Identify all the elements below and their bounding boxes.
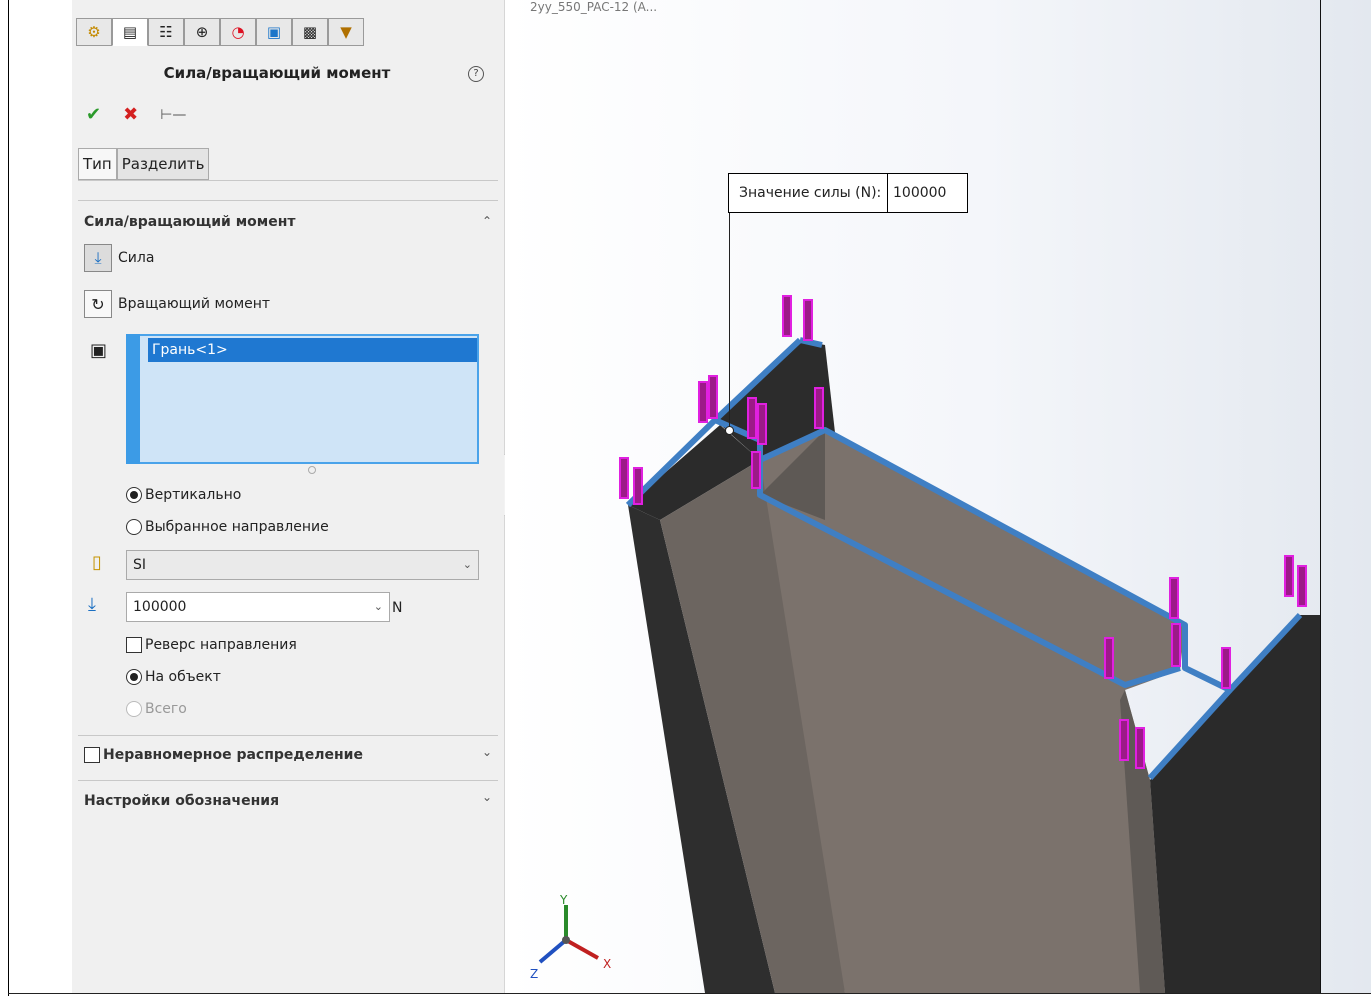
- manager-tabs: ⚙ ▤ ☷ ⊕ ◔ ▣ ▩ ▼: [76, 18, 364, 46]
- nonuniform-section[interactable]: Неравномерное распределение: [84, 747, 363, 763]
- force-arrow-icon: ⤓: [88, 594, 96, 615]
- feature-tree-icon: ⚙: [87, 23, 101, 41]
- panel-title: Сила/вращающий момент: [163, 64, 391, 82]
- pin-button[interactable]: ⊢—: [160, 107, 186, 125]
- divider: [78, 780, 498, 781]
- reverse-label: Реверс направления: [145, 637, 297, 653]
- window-border: [8, 993, 1371, 994]
- resize-grip[interactable]: [308, 466, 316, 474]
- nonuniform-checkbox[interactable]: [84, 747, 100, 763]
- triad-y-label: Y: [559, 893, 568, 907]
- per-item-label: На объект: [145, 669, 221, 685]
- reverse-checkbox[interactable]: [126, 637, 142, 653]
- face-icon: ▣: [90, 340, 108, 361]
- property-manager-panel: ⚙ ▤ ☷ ⊕ ◔ ▣ ▩ ▼ Сила/вращающий момент ? …: [72, 0, 505, 993]
- divider: [78, 735, 498, 736]
- total-label: Всего: [145, 701, 187, 717]
- force-section-title: Сила/вращающий момент: [84, 214, 296, 230]
- simulation-icon: ▣: [266, 23, 282, 41]
- force-option[interactable]: ⤓ Сила: [84, 244, 154, 272]
- sub-tabs: Тип Разделить: [78, 148, 210, 180]
- expand-chevron-icon[interactable]: ⌄: [482, 745, 492, 759]
- direction-label: Выбранное направление: [145, 519, 329, 535]
- reverse-option[interactable]: Реверс направления: [126, 637, 297, 653]
- callout-anchor-dot: [725, 426, 734, 435]
- feature-manager-tab[interactable]: ⚙: [76, 18, 112, 46]
- triad-x-label: X: [603, 957, 611, 971]
- property-manager-tab[interactable]: ▤: [112, 18, 148, 46]
- force-arrow-icon[interactable]: ⤓: [84, 244, 112, 272]
- action-buttons: ✔ ✖ ⊢—: [86, 104, 186, 125]
- ruler-icon: ▯: [92, 552, 102, 573]
- crosshair-icon: ⊕: [195, 23, 209, 41]
- configuration-icon: ☷: [159, 23, 173, 41]
- color-wheel-icon: ◔: [231, 23, 245, 41]
- help-icon[interactable]: ?: [468, 66, 484, 82]
- selection-item[interactable]: Грань<1>: [148, 338, 477, 362]
- chevron-down-icon[interactable]: ⌄: [463, 551, 472, 579]
- torque-label: Вращающий момент: [118, 296, 271, 312]
- force-value-input[interactable]: 100000 ⌄: [126, 592, 390, 622]
- torque-icon[interactable]: ↻: [84, 290, 112, 318]
- total-radio: [126, 701, 142, 717]
- force-value-callout[interactable]: Значение силы (N): 100000: [728, 173, 968, 213]
- normal-option[interactable]: Вертикально: [126, 487, 241, 503]
- units-value: SI: [133, 557, 147, 573]
- per-item-option[interactable]: На объект: [126, 669, 221, 685]
- divider: [78, 200, 498, 201]
- callout-leader-line: [729, 211, 730, 431]
- force-label: Сила: [118, 250, 155, 266]
- study-tab[interactable]: ▣: [256, 18, 292, 46]
- total-option: Всего: [126, 701, 187, 717]
- force-unit: N: [392, 600, 403, 616]
- symbol-settings-section[interactable]: Настройки обозначения: [84, 793, 279, 809]
- expand-chevron-icon[interactable]: ⌄: [482, 790, 492, 804]
- units-select[interactable]: SI ⌄: [126, 550, 479, 580]
- chevron-down-icon[interactable]: ⌄: [374, 593, 383, 621]
- triad-z-label: Z: [530, 967, 538, 981]
- cam-tab[interactable]: ▩: [292, 18, 328, 46]
- torque-option[interactable]: ↻ Вращающий момент: [84, 290, 270, 318]
- tab-split[interactable]: Разделить: [116, 148, 210, 180]
- selection-list[interactable]: Грань<1>: [126, 334, 479, 464]
- force-value: 100000: [133, 599, 187, 615]
- model-canvas[interactable]: Y X Z: [505, 0, 1371, 993]
- callout-label: Значение силы (N):: [739, 185, 882, 201]
- graphics-viewport[interactable]: 2yy_550_PAC-12 (A... Y X Z: [505, 0, 1371, 993]
- cancel-button[interactable]: ✖: [123, 104, 138, 125]
- window-border: [8, 0, 9, 996]
- divider: [78, 180, 498, 181]
- direction-radio[interactable]: [126, 519, 142, 535]
- display-manager-tab[interactable]: ◔: [220, 18, 256, 46]
- normal-radio[interactable]: [126, 487, 142, 503]
- sensors-tab[interactable]: ▼: [328, 18, 364, 46]
- nonuniform-label: Неравномерное распределение: [103, 747, 363, 763]
- callout-value-input[interactable]: 100000: [887, 174, 967, 212]
- direction-option[interactable]: Выбранное направление: [126, 519, 329, 535]
- dimxpert-tab[interactable]: ⊕: [184, 18, 220, 46]
- funnel-icon: ▼: [340, 23, 352, 41]
- ok-button[interactable]: ✔: [86, 104, 101, 125]
- normal-label: Вертикально: [145, 487, 242, 503]
- axis-triad: [538, 905, 599, 964]
- configuration-manager-tab[interactable]: ☷: [148, 18, 184, 46]
- left-margin: [0, 0, 72, 996]
- tab-type[interactable]: Тип: [78, 148, 117, 180]
- selection-list-bar: [126, 334, 140, 464]
- viewport-border: [1320, 0, 1321, 993]
- cam-icon: ▩: [302, 23, 318, 41]
- property-list-icon: ▤: [122, 23, 138, 41]
- per-item-radio[interactable]: [126, 669, 142, 685]
- collapse-chevron-icon[interactable]: ⌃: [482, 214, 492, 228]
